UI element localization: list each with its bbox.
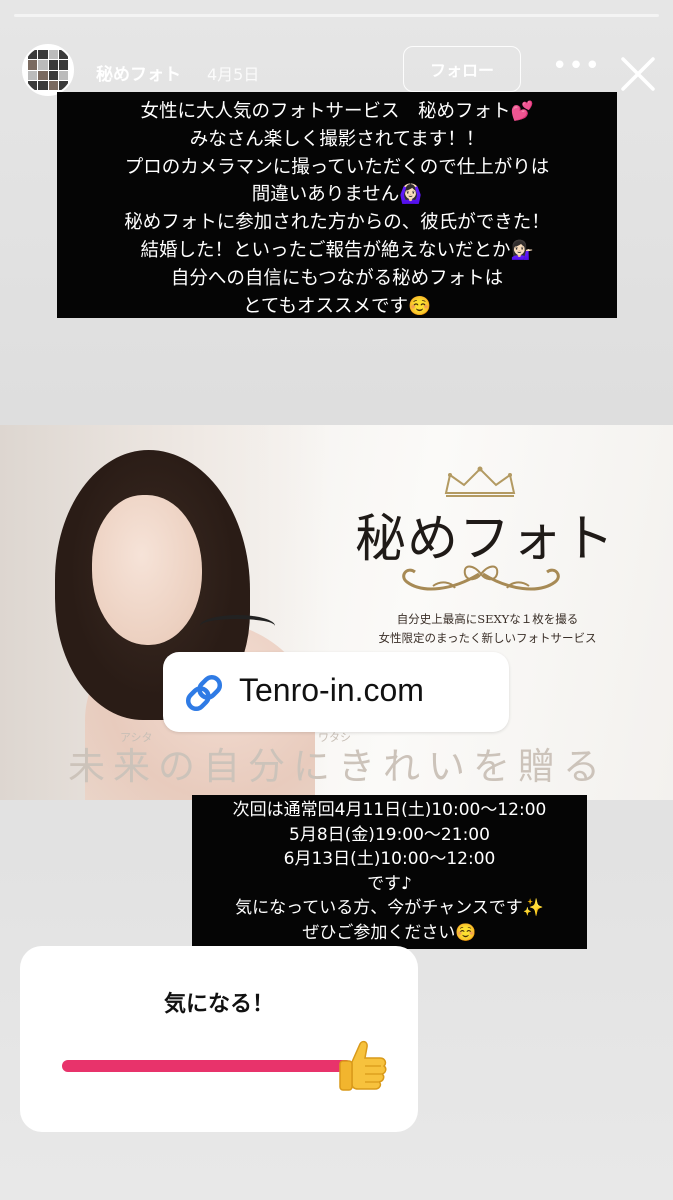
promo-banner-image: 秘めフォト 自分史上最高にSEXYな１枚を撮る 女性限定のまったく新しいフォトサ… [0, 425, 673, 800]
caption-line: 自分への自信にもつながる秘めフォトは [170, 267, 504, 289]
caption-bottom: 次回は通常回4月11日(土)10:00〜12:00 5月8日(金)19:00〜2… [192, 795, 587, 949]
follow-button[interactable]: フォロー [403, 46, 521, 92]
caption-line: プロのカメラマンに撮っていただくので仕上がりは [124, 156, 550, 178]
caption-line: みなさん楽しく撮影されてます！！ [189, 128, 485, 150]
username[interactable]: 秘めフォト [96, 60, 181, 85]
caption-line: です♪ [367, 873, 412, 894]
banner-tagline-2: 女性限定のまったく新しいフォトサービス [378, 631, 597, 645]
caption-line: 間違いありません🙆🏻‍♀️ [251, 184, 423, 206]
caption-line: 気になっている方、今がチャンスです✨ [235, 898, 544, 918]
ornament-icon [402, 565, 560, 591]
more-icon[interactable]: ••• [552, 53, 600, 84]
link-icon [185, 674, 223, 712]
schedule-line: 6月13日(土)10:00〜12:00 [283, 849, 496, 869]
crown-icon [444, 466, 516, 497]
link-sticker[interactable]: Tenro-in.com [163, 652, 509, 732]
story-progress-bar [14, 14, 659, 17]
caption-line: とてもオススメです☺️ [242, 295, 432, 317]
thumbs-up-icon[interactable] [332, 1036, 390, 1094]
slider-question: 気になる！ [163, 992, 274, 1017]
banner-tagline-1: 自分史上最高にSEXYな１枚を撮る [396, 612, 579, 626]
avatar[interactable] [22, 44, 74, 96]
caption-line: ぜひご参加ください☺️ [302, 922, 477, 943]
schedule-line: 5月8日(金)19:00〜21:00 [289, 824, 490, 845]
caption-line: 結婚した！といったご報告が絶えないだとか💁🏻‍♀️ [140, 239, 534, 261]
schedule-line: 次回は通常回4月11日(土)10:00〜12:00 [232, 800, 547, 820]
caption-top: 女性に大人気のフォトサービス 秘めフォト💕 みなさん楽しく撮影されてます！！ プ… [57, 92, 617, 318]
emoji-slider-sticker[interactable]: 気になる！ [20, 946, 418, 1132]
link-url[interactable]: Tenro-in.com [239, 672, 424, 709]
model-strap [200, 615, 275, 637]
banner-slogan: 未来の自分にきれいを贈る [68, 745, 608, 788]
slider-track[interactable] [62, 1060, 352, 1072]
model-face [92, 495, 202, 645]
post-date: 4月5日 [207, 65, 260, 84]
slider-fill [62, 1060, 352, 1072]
story-frame[interactable]: 秘めフォト 4月5日 フォロー ••• 女性に大人気のフォトサービス 秘めフォト… [0, 0, 673, 1200]
close-icon[interactable] [618, 54, 658, 94]
caption-line: 秘めフォトに参加された方からの、彼氏ができた！ [124, 212, 550, 234]
caption-line: 女性に大人気のフォトサービス 秘めフォト💕 [140, 101, 534, 122]
